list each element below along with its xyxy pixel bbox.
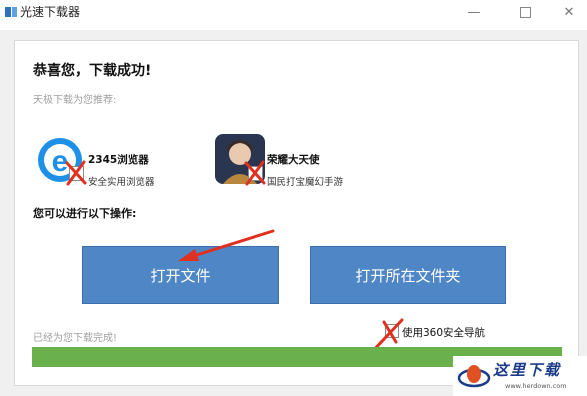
watermark-logo-icon bbox=[457, 365, 491, 388]
watermark-text: 这里下载 bbox=[493, 361, 562, 379]
watermark: 这里下载 www.herdown.com bbox=[453, 356, 587, 396]
red-x-annotation-icon bbox=[65, 160, 87, 186]
maximize-button[interactable] bbox=[505, 0, 545, 24]
title-bar: 光速下载器 — ✕ bbox=[0, 0, 587, 30]
recommendation-desc: 安全实用浏览器 bbox=[88, 177, 155, 188]
close-icon: ✕ bbox=[563, 4, 575, 20]
success-title: 恭喜您，下载成功! bbox=[33, 63, 152, 79]
recommendation-name: 荣耀大天使 bbox=[267, 154, 320, 166]
red-arrow-annotation-icon bbox=[178, 229, 275, 261]
maximize-icon bbox=[519, 6, 531, 18]
minimize-button[interactable]: — bbox=[454, 0, 494, 24]
window-title: 光速下载器 bbox=[20, 5, 81, 19]
recommendation-desc: 国民打宝魔幻手游 bbox=[267, 177, 344, 188]
open-folder-button[interactable]: 打开所在文件夹 bbox=[310, 246, 506, 304]
operations-label: 您可以进行以下操作: bbox=[33, 207, 137, 220]
red-x-annotation-icon bbox=[244, 160, 266, 186]
recommendation-name: 2345浏览器 bbox=[88, 154, 149, 166]
nav-option-label[interactable]: 使用360安全导航 bbox=[402, 325, 485, 340]
recommend-label: 天极下载为您推荐: bbox=[33, 95, 117, 106]
watermark-url: www.herdown.com bbox=[505, 382, 567, 390]
close-button[interactable]: ✕ bbox=[549, 0, 587, 24]
app-icon bbox=[5, 7, 17, 17]
download-complete-label: 已经为您下载完成! bbox=[33, 333, 118, 344]
